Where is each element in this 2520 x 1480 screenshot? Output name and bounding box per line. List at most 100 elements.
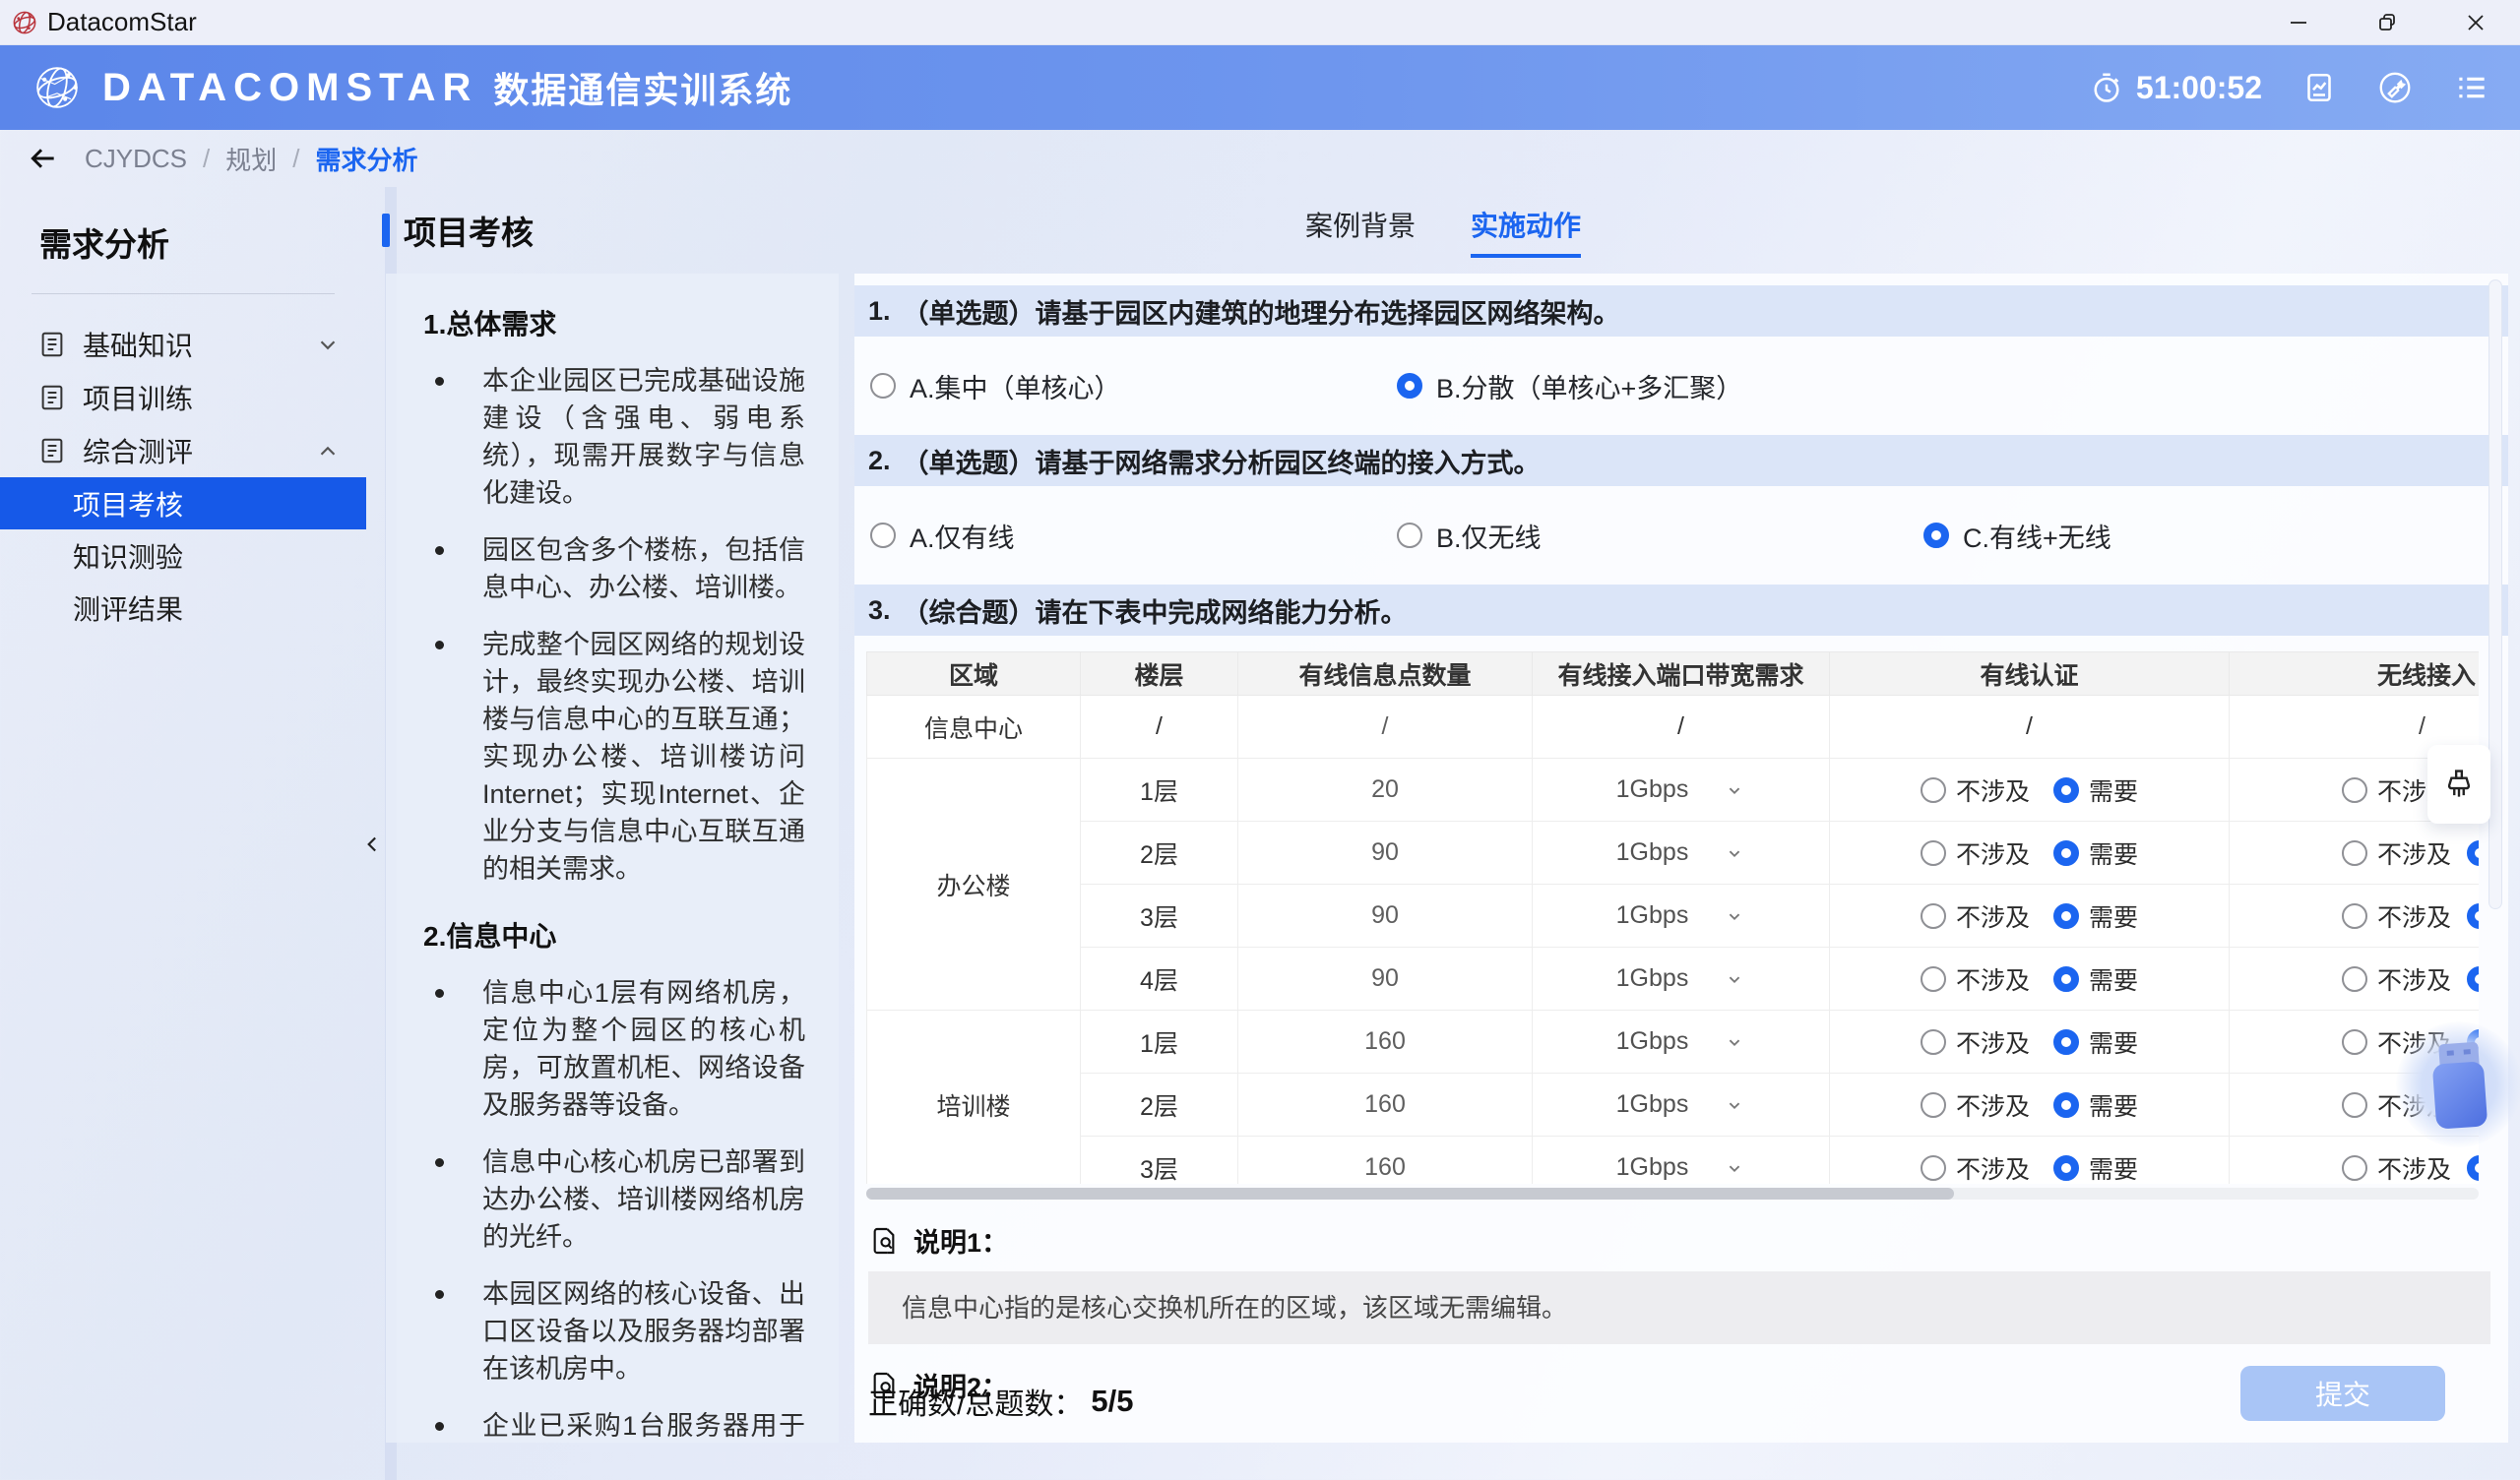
radio-unselected[interactable] bbox=[2342, 903, 2367, 929]
scrollbar-thumb[interactable] bbox=[866, 1188, 1954, 1200]
table-row: 2层1601Gbps不涉及需要不涉及需要 bbox=[867, 1074, 2480, 1137]
auth-option[interactable]: 不涉及 bbox=[1921, 961, 2030, 997]
radio-unselected[interactable] bbox=[1921, 777, 1946, 803]
radio-selected[interactable] bbox=[2053, 966, 2079, 992]
bandwidth-select[interactable]: 1Gbps bbox=[1533, 1027, 1829, 1056]
sidebar-item[interactable]: 综合测评 bbox=[0, 424, 366, 477]
radio-unselected[interactable] bbox=[2342, 1092, 2367, 1118]
points-cell[interactable]: 160 bbox=[1238, 1137, 1533, 1185]
radio-unselected[interactable] bbox=[870, 523, 896, 548]
answer-option[interactable]: B.仅无线 bbox=[1397, 517, 1923, 555]
radio-selected[interactable] bbox=[2467, 840, 2479, 866]
vertical-scrollbar[interactable] bbox=[2488, 279, 2502, 909]
answer-option[interactable]: A.仅有线 bbox=[870, 517, 1397, 555]
tab-inactive[interactable]: 案例背景 bbox=[1305, 205, 1416, 258]
auth-option[interactable]: 不涉及 bbox=[1921, 835, 2030, 871]
radio-selected[interactable] bbox=[2053, 1092, 2079, 1118]
bandwidth-cell: 1Gbps bbox=[1533, 948, 1830, 1011]
radio-selected[interactable] bbox=[2053, 840, 2079, 866]
close-icon bbox=[2464, 11, 2488, 34]
radio-unselected[interactable] bbox=[1921, 1155, 1946, 1181]
auth-option[interactable]: 不涉及 bbox=[1921, 1087, 2030, 1123]
sidebar-item-label: 综合测评 bbox=[83, 431, 193, 470]
wireless-option[interactable]: 需要 bbox=[2467, 835, 2479, 871]
radio-selected[interactable] bbox=[2467, 966, 2479, 992]
points-cell[interactable]: 160 bbox=[1238, 1074, 1533, 1137]
bandwidth-select[interactable]: 1Gbps bbox=[1533, 901, 1829, 930]
sidebar-subitem[interactable]: 测评结果 bbox=[0, 582, 366, 634]
radio-unselected[interactable] bbox=[1921, 1092, 1946, 1118]
auth-option[interactable]: 需要 bbox=[2053, 772, 2138, 808]
auth-option[interactable]: 需要 bbox=[2053, 1150, 2138, 1185]
answer-option[interactable]: C.有线+无线 bbox=[1923, 517, 2450, 555]
radio-unselected[interactable] bbox=[1397, 523, 1422, 548]
auth-option[interactable]: 不涉及 bbox=[1921, 772, 2030, 808]
wireless-option[interactable]: 需要 bbox=[2467, 1150, 2479, 1185]
sidebar-subitem[interactable]: 知识测验 bbox=[0, 529, 366, 582]
answer-option[interactable]: B.分散（单核心+多汇聚） bbox=[1397, 367, 1923, 405]
breadcrumb-item[interactable]: 规划 bbox=[225, 141, 277, 177]
tools-icon[interactable] bbox=[2376, 69, 2414, 106]
radio-selected[interactable] bbox=[2467, 903, 2479, 929]
bandwidth-select[interactable]: 1Gbps bbox=[1533, 964, 1829, 993]
sidebar-item[interactable]: 基础知识 bbox=[0, 318, 366, 371]
auth-option[interactable]: 需要 bbox=[2053, 961, 2138, 997]
points-cell[interactable]: 90 bbox=[1238, 948, 1533, 1011]
points-cell[interactable]: 90 bbox=[1238, 885, 1533, 948]
menu-list-icon[interactable] bbox=[2453, 69, 2490, 106]
sidebar-item[interactable]: 项目训练 bbox=[0, 371, 366, 424]
points-cell[interactable]: 160 bbox=[1238, 1011, 1533, 1074]
radio-unselected[interactable] bbox=[2342, 966, 2367, 992]
radio-selected[interactable] bbox=[1923, 523, 1949, 548]
auth-option[interactable]: 需要 bbox=[2053, 1024, 2138, 1060]
minimize-button[interactable] bbox=[2254, 0, 2343, 44]
tab-active[interactable]: 实施动作 bbox=[1471, 205, 1581, 258]
report-icon[interactable] bbox=[2301, 70, 2337, 105]
radio-selected[interactable] bbox=[2467, 1155, 2479, 1181]
radio-selected[interactable] bbox=[2053, 903, 2079, 929]
bandwidth-select[interactable]: 1Gbps bbox=[1533, 775, 1829, 804]
usb-widget[interactable] bbox=[2396, 1021, 2520, 1147]
radio-unselected[interactable] bbox=[2342, 1155, 2367, 1181]
wireless-option[interactable]: 不涉及 bbox=[2342, 835, 2451, 871]
radio-unselected[interactable] bbox=[1921, 966, 1946, 992]
submit-button[interactable]: 提交 bbox=[2240, 1366, 2445, 1421]
bandwidth-select[interactable]: 1Gbps bbox=[1533, 838, 1829, 867]
wireless-option[interactable]: 需要 bbox=[2467, 961, 2479, 997]
requirements-panel[interactable]: 1.总体需求本企业园区已完成基础设施建设（含强电、弱电系统），现需开展数字与信息… bbox=[386, 274, 839, 1443]
radio-selected[interactable] bbox=[2053, 777, 2079, 803]
radio-selected[interactable] bbox=[1397, 373, 1422, 399]
wireless-option[interactable]: 不涉及 bbox=[2342, 898, 2451, 934]
auth-option[interactable]: 不涉及 bbox=[1921, 898, 2030, 934]
auth-option[interactable]: 需要 bbox=[2053, 898, 2138, 934]
bandwidth-select[interactable]: 1Gbps bbox=[1533, 1090, 1829, 1119]
points-cell[interactable]: 20 bbox=[1238, 759, 1533, 822]
radio-selected[interactable] bbox=[2053, 1155, 2079, 1181]
radio-unselected[interactable] bbox=[2342, 1029, 2367, 1055]
radio-unselected[interactable] bbox=[870, 373, 896, 399]
radio-unselected[interactable] bbox=[1921, 840, 1946, 866]
radio-unselected[interactable] bbox=[1921, 903, 1946, 929]
breadcrumb-item[interactable]: 需求分析 bbox=[316, 141, 418, 177]
auth-option[interactable]: 需要 bbox=[2053, 1087, 2138, 1123]
answer-option[interactable]: A.集中（单核心） bbox=[870, 367, 1397, 405]
restore-button[interactable] bbox=[2343, 0, 2431, 44]
radio-unselected[interactable] bbox=[2342, 840, 2367, 866]
wireless-option[interactable]: 不涉及 bbox=[2342, 1150, 2451, 1185]
auth-option[interactable]: 不涉及 bbox=[1921, 1150, 2030, 1185]
close-button[interactable] bbox=[2431, 0, 2520, 44]
bandwidth-select[interactable]: 1Gbps bbox=[1533, 1153, 1829, 1182]
points-cell[interactable]: 90 bbox=[1238, 822, 1533, 885]
back-arrow-icon[interactable] bbox=[28, 143, 59, 174]
table-horizontal-scrollbar[interactable] bbox=[866, 1188, 2479, 1200]
sidebar-subitem[interactable]: 项目考核 bbox=[0, 477, 366, 529]
wireless-option[interactable]: 需要 bbox=[2467, 898, 2479, 934]
auth-option[interactable]: 不涉及 bbox=[1921, 1024, 2030, 1060]
radio-selected[interactable] bbox=[2053, 1029, 2079, 1055]
radio-unselected[interactable] bbox=[1921, 1029, 1946, 1055]
clear-tool-button[interactable] bbox=[2427, 745, 2490, 824]
auth-option[interactable]: 需要 bbox=[2053, 835, 2138, 871]
radio-unselected[interactable] bbox=[2342, 777, 2367, 803]
breadcrumb-item[interactable]: CJYDCS bbox=[85, 144, 187, 174]
wireless-option[interactable]: 不涉及 bbox=[2342, 961, 2451, 997]
